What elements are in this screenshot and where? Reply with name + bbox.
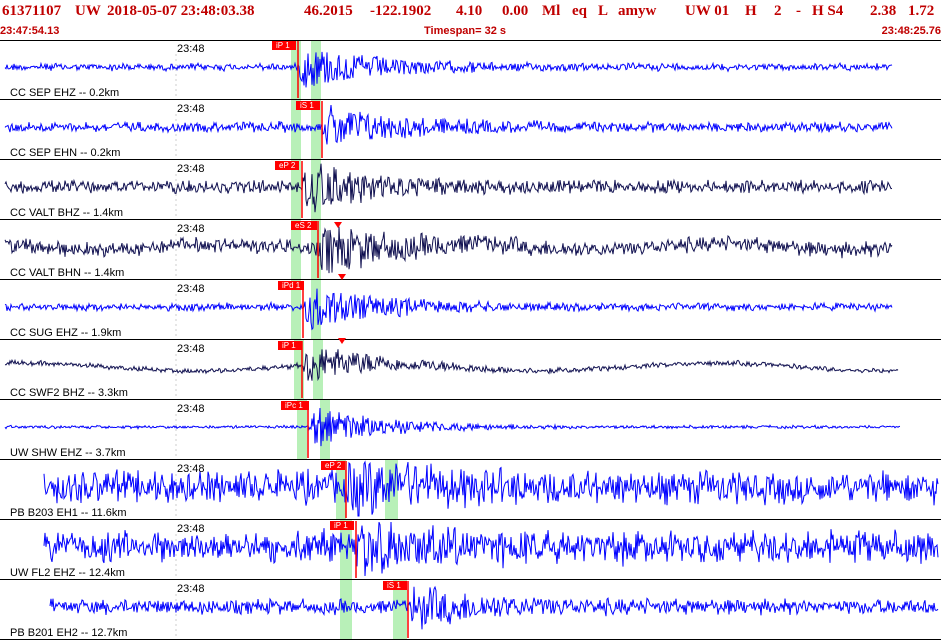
minute-label: 23:48: [177, 43, 205, 55]
end-time: 23:48:25.76: [881, 25, 941, 37]
pick-label: eP 2: [279, 161, 296, 170]
event-source: UW 01: [685, 3, 730, 19]
pick-label: iPc 1: [285, 401, 303, 410]
amplitude-marker[interactable]: [334, 222, 342, 228]
waveform: [4, 51, 893, 88]
amplitude-marker[interactable]: [338, 338, 346, 344]
trace-row[interactable]: iP 1 23:48 UW FL2 EHZ -- 12.4km: [0, 520, 941, 580]
waveform: [4, 105, 893, 145]
minute-label: 23:48: [177, 283, 205, 295]
pick-label: iP 1: [276, 41, 290, 50]
waveform: [4, 163, 893, 213]
event-value-1: 2.38: [870, 3, 897, 19]
event-latitude: 46.2015: [304, 3, 353, 19]
event-flag-hs4: H S4: [812, 3, 844, 19]
pick-label: iS 1: [300, 101, 314, 110]
waveform: [4, 226, 893, 274]
minute-label: 23:48: [177, 223, 205, 235]
pick-label: iS 1: [387, 581, 401, 590]
trace-row[interactable]: iS 1 23:48 CC SEP EHN -- 0.2km: [0, 100, 941, 160]
station-label: CC VALT BHN -- 1.4km: [10, 267, 124, 279]
event-flag-2: 2: [774, 3, 782, 19]
event-quality: L: [598, 3, 609, 19]
minute-label: 23:48: [177, 343, 205, 355]
event-type: eq: [572, 3, 587, 19]
station-label: CC SUG EHZ -- 1.9km: [10, 327, 121, 339]
station-label: UW FL2 EHZ -- 12.4km: [10, 567, 125, 579]
trace-row[interactable]: eS 2 23:48 CC VALT BHN -- 1.4km: [0, 220, 941, 280]
trace-row[interactable]: iP 1 23:48 CC SEP EHZ -- 0.2km: [0, 40, 941, 100]
event-id: 61371107: [2, 3, 62, 19]
trace-row[interactable]: iPd 1 23:48 CC SUG EHZ -- 1.9km: [0, 280, 941, 340]
event-longitude: -122.1902: [370, 3, 432, 19]
event-magnitude-type: Ml: [542, 3, 561, 19]
minute-label: 23:48: [177, 583, 205, 595]
phase-window: [313, 340, 323, 400]
station-label: PB B201 EH2 -- 12.7km: [10, 627, 127, 639]
pick-label: iP 1: [334, 521, 348, 530]
trace-row[interactable]: eP 2 23:48 PB B203 EH1 -- 11.6km: [0, 460, 941, 520]
event-magnitude: 0.00: [502, 3, 529, 19]
minute-label: 23:48: [177, 403, 205, 415]
trace-row[interactable]: iP 1 23:48 CC SWF2 BHZ -- 3.3km: [0, 340, 941, 400]
minute-label: 23:48: [177, 163, 205, 175]
event-depth: 4.10: [456, 3, 483, 19]
waveform: [4, 349, 899, 382]
trace-row[interactable]: iS 1 23:48 PB B201 EH2 -- 12.7km: [0, 580, 941, 640]
event-header: 61371107 UW 2018-05-07 23:48:03.38 46.20…: [0, 0, 941, 40]
pick-label: iP 1: [282, 341, 296, 350]
start-time: 23:47:54.13: [0, 25, 60, 37]
pick-label: eP 2: [325, 461, 342, 470]
event-summary-line: 61371107 UW 2018-05-07 23:48:03.38 46.20…: [2, 3, 939, 23]
event-analyst: amyw: [618, 3, 657, 19]
time-range-bar: 23:47:54.13 Timespan= 32 s 23:48:25.76: [0, 25, 941, 39]
station-label: CC VALT BHZ -- 1.4km: [10, 207, 123, 219]
minute-label: 23:48: [177, 463, 205, 475]
seismogram-panel[interactable]: iP 1 23:48 CC SEP EHZ -- 0.2km iS 1 23:48 CC …: [0, 40, 941, 640]
waveform: [4, 288, 893, 331]
station-label: CC SEP EHN -- 0.2km: [10, 147, 120, 159]
timespan: Timespan= 32 s: [424, 25, 507, 37]
station-label: UW SHW EHZ -- 3.7km: [10, 447, 126, 459]
event-value-2: 1.72: [908, 3, 935, 19]
station-label: CC SWF2 BHZ -- 3.3km: [10, 387, 128, 399]
waveform: [4, 407, 901, 447]
event-flag-dash: -: [796, 3, 801, 19]
minute-label: 23:48: [177, 523, 205, 535]
event-flag-h: H: [745, 3, 757, 19]
minute-label: 23:48: [177, 103, 205, 115]
trace-row[interactable]: iPc 1 23:48 UW SHW EHZ -- 3.7km: [0, 400, 941, 460]
pick-label: eS 2: [295, 221, 312, 230]
station-label: CC SEP EHZ -- 0.2km: [10, 87, 119, 99]
event-origin-time: 2018-05-07 23:48:03.38: [107, 3, 255, 19]
station-label: PB B203 EH1 -- 11.6km: [10, 507, 127, 519]
pick-label: iPd 1: [282, 281, 301, 290]
trace-row[interactable]: eP 2 23:48 CC VALT BHZ -- 1.4km: [0, 160, 941, 220]
event-network: UW: [75, 3, 101, 19]
